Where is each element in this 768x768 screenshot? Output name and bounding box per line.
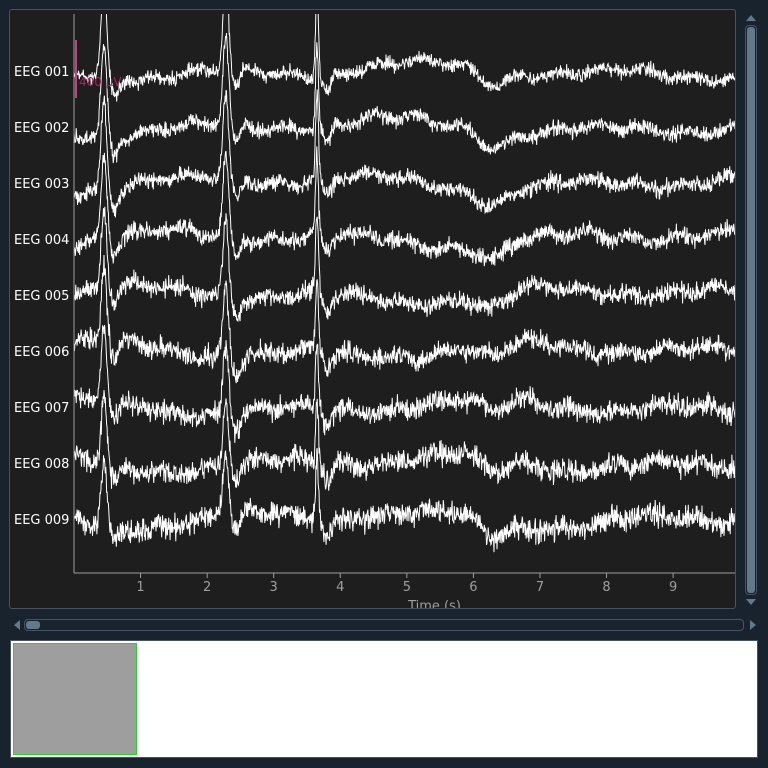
channel-label-1[interactable]: EEG 001 (14, 65, 69, 80)
scale-bar-label: 400 µV (79, 75, 122, 89)
x-tick-label-4: 4 (336, 580, 344, 595)
horizontal-scrollbar[interactable] (12, 617, 760, 633)
channel-label-7[interactable]: EEG 007 (14, 401, 69, 416)
x-tick-label-7: 7 (536, 580, 544, 595)
channel-label-2[interactable]: EEG 002 (14, 121, 69, 136)
x-tick-label-2: 2 (203, 580, 211, 595)
eeg-trace-6 (74, 254, 735, 384)
scroll-down-icon[interactable] (746, 599, 756, 605)
eeg-trace-7 (74, 324, 735, 443)
channel-label-6[interactable]: EEG 006 (14, 345, 69, 360)
vertical-scrollbar[interactable] (743, 13, 759, 607)
horizontal-scroll-thumb[interactable] (26, 621, 40, 629)
vertical-scroll-thumb[interactable] (747, 27, 755, 593)
x-tick-label-1: 1 (136, 580, 144, 595)
channel-label-9[interactable]: EEG 009 (14, 513, 69, 528)
x-tick-label-8: 8 (602, 580, 610, 595)
x-tick-label-3: 3 (270, 580, 278, 595)
channel-label-4[interactable]: EEG 004 (14, 233, 69, 248)
eeg-trace-1 (74, 14, 735, 102)
x-tick-label-5: 5 (403, 580, 411, 595)
eeg-trace-4 (74, 146, 735, 267)
overview-bar[interactable] (10, 640, 758, 758)
channel-labels: EEG 001 EEG 002 EEG 003 EEG 004 EEG 005 EEG 0… (14, 65, 69, 528)
scroll-left-icon[interactable] (14, 620, 20, 630)
x-axis-label: Time (s) (407, 599, 461, 609)
channel-label-8[interactable]: EEG 008 (14, 457, 69, 472)
scroll-up-icon[interactable] (746, 15, 756, 21)
browser-window: 1 2 3 4 5 6 7 8 9 Time (s) EEG 001 EEG 002 EEG 003 E… (0, 0, 768, 768)
eeg-trace-2 (74, 33, 735, 164)
trace-layer (74, 14, 735, 553)
channel-label-3[interactable]: EEG 003 (14, 177, 69, 192)
channel-label-5[interactable]: EEG 005 (14, 289, 69, 304)
scroll-right-icon[interactable] (750, 620, 756, 630)
eeg-plot[interactable]: 1 2 3 4 5 6 7 8 9Time (s) EEG 001EEG 002EEG 003E… (10, 10, 736, 609)
eeg-trace-5 (74, 206, 735, 322)
x-tick-label-9: 9 (669, 580, 677, 595)
x-tick-label-6: 6 (469, 580, 477, 595)
eeg-plot-panel[interactable]: 1 2 3 4 5 6 7 8 9 Time (s) EEG 001 EEG 002 EEG 003 E… (9, 9, 736, 609)
overview-view-window[interactable] (13, 643, 137, 755)
horizontal-scroll-track[interactable] (24, 619, 744, 631)
eeg-trace-3 (74, 89, 735, 218)
